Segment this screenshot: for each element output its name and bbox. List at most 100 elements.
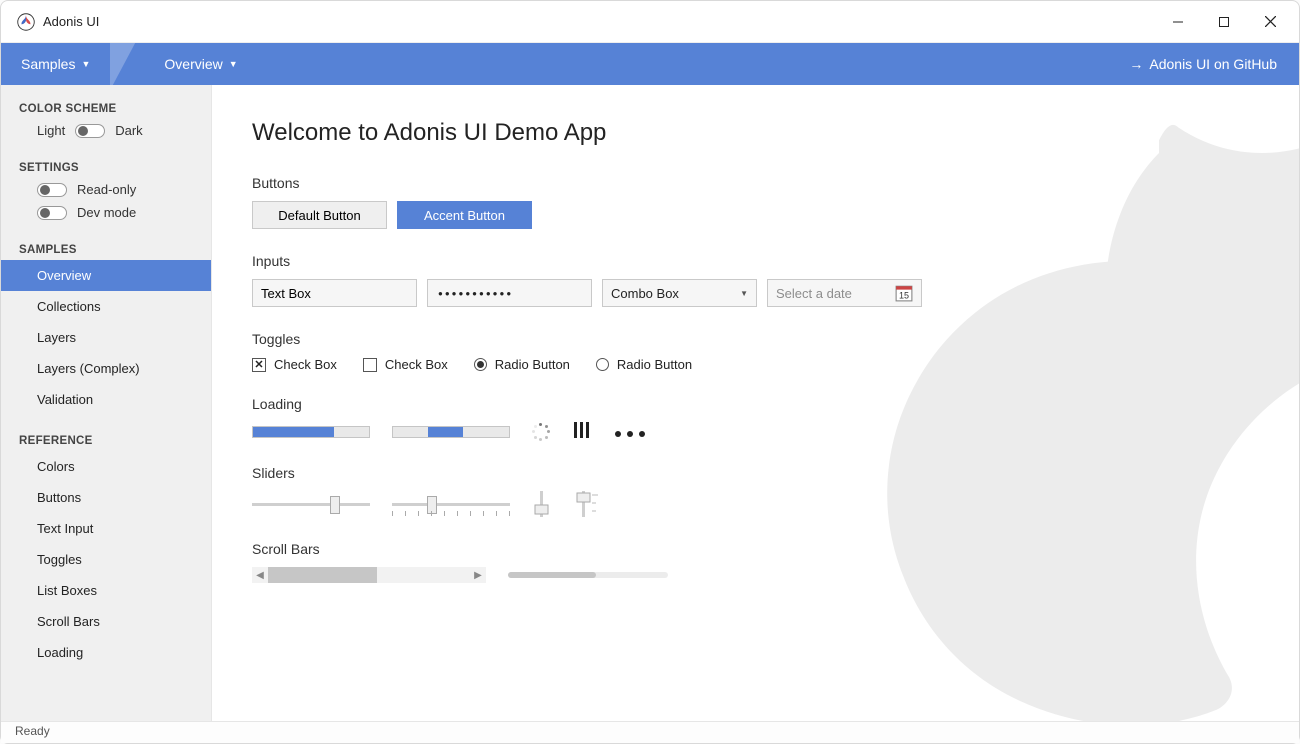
maximize-icon <box>1219 17 1229 27</box>
spinner-bars-icon <box>572 422 590 441</box>
chevron-down-icon: ▼ <box>740 289 748 298</box>
sidebar-item-label: Overview <box>37 268 91 283</box>
scroll-right-icon[interactable]: ▶ <box>470 570 486 581</box>
sidebar-item-loading[interactable]: Loading <box>1 637 211 668</box>
close-icon <box>1265 16 1276 27</box>
menubar-divider <box>110 43 144 85</box>
combobox[interactable]: Combo Box ▼ <box>602 279 757 307</box>
scroll-left-icon[interactable]: ◀ <box>252 570 268 581</box>
theme-switch-row: Light Dark <box>1 119 211 142</box>
devmode-toggle[interactable] <box>37 206 67 220</box>
slider-ticks[interactable] <box>392 494 510 514</box>
devmode-label: Dev mode <box>77 205 136 220</box>
calendar-icon: 15 <box>895 284 913 302</box>
default-button[interactable]: Default Button <box>252 201 387 229</box>
checkbox-unchecked[interactable] <box>363 358 377 372</box>
sidebar-item-label: Buttons <box>37 490 81 505</box>
radio-selected[interactable] <box>474 358 487 371</box>
sidebar-heading-reference: REFERENCE <box>1 429 211 451</box>
checkbox-label: Check Box <box>385 357 448 372</box>
arrow-right-icon: → <box>1129 56 1143 72</box>
app-window: Adonis UI Samples ▼ Overview ▼ → Adonis … <box>0 0 1300 744</box>
sidebar-item-label: Layers (Complex) <box>37 361 140 376</box>
readonly-label: Read-only <box>77 182 136 197</box>
radio-label: Radio Button <box>617 357 692 372</box>
scrollbar-minimal[interactable] <box>508 572 668 578</box>
textbox-input[interactable] <box>252 279 417 307</box>
datepicker[interactable]: Select a date 15 <box>767 279 922 307</box>
menubar: Samples ▼ Overview ▼ → Adonis UI on GitH… <box>1 43 1299 85</box>
sidebar-item-label: Scroll Bars <box>37 614 100 629</box>
slider-horizontal[interactable] <box>252 494 370 514</box>
progressbar <box>252 426 370 438</box>
app-logo-icon <box>17 13 35 31</box>
sidebar-item-colors[interactable]: Colors <box>1 451 211 482</box>
readonly-row: Read-only <box>1 178 211 201</box>
section-heading-sliders: Sliders <box>252 465 1259 481</box>
sidebar-item-label: Loading <box>37 645 83 660</box>
sidebar-item-overview[interactable]: Overview <box>1 260 211 291</box>
theme-dark-label: Dark <box>115 123 142 138</box>
status-text: Ready <box>15 724 50 738</box>
menu-samples-label: Samples <box>21 56 75 72</box>
page-title: Welcome to Adonis UI Demo App <box>252 119 1259 147</box>
sidebar-heading-settings: SETTINGS <box>1 156 211 178</box>
combobox-value: Combo Box <box>611 286 679 301</box>
close-button[interactable] <box>1247 1 1293 43</box>
sidebar-heading-scheme: COLOR SCHEME <box>1 97 211 119</box>
slider-vertical-icon[interactable] <box>532 491 552 517</box>
menu-samples[interactable]: Samples ▼ <box>1 43 110 85</box>
sidebar-heading-samples: SAMPLES <box>1 238 211 260</box>
devmode-row: Dev mode <box>1 201 211 224</box>
spinner-ellipsis-icon <box>612 424 648 440</box>
sidebar-item-listboxes[interactable]: List Boxes <box>1 575 211 606</box>
chevron-down-icon: ▼ <box>229 59 238 69</box>
slider-vertical-ticks-icon[interactable] <box>574 491 604 517</box>
password-input[interactable]: ●●●●●●●●●●● <box>427 279 592 307</box>
sidebar-item-layers-complex[interactable]: Layers (Complex) <box>1 353 211 384</box>
accent-button[interactable]: Accent Button <box>397 201 532 229</box>
minimize-button[interactable] <box>1155 1 1201 43</box>
checkbox-checked[interactable]: ✕ <box>252 358 266 372</box>
checkbox-label: Check Box <box>274 357 337 372</box>
sidebar-item-label: Collections <box>37 299 101 314</box>
svg-text:15: 15 <box>899 291 909 301</box>
sidebar-item-label: Layers <box>37 330 76 345</box>
sidebar-item-label: List Boxes <box>37 583 97 598</box>
sidebar-item-toggles[interactable]: Toggles <box>1 544 211 575</box>
body: COLOR SCHEME Light Dark SETTINGS Read-on… <box>1 85 1299 721</box>
theme-toggle[interactable] <box>75 124 105 138</box>
section-heading-toggles: Toggles <box>252 331 1259 347</box>
github-link[interactable]: → Adonis UI on GitHub <box>1107 43 1299 85</box>
github-link-label: Adonis UI on GitHub <box>1149 56 1277 72</box>
maximize-button[interactable] <box>1201 1 1247 43</box>
sidebar-item-text-input[interactable]: Text Input <box>1 513 211 544</box>
section-heading-buttons: Buttons <box>252 175 1259 191</box>
content-area: Welcome to Adonis UI Demo App Buttons De… <box>212 85 1299 721</box>
sidebar-item-label: Text Input <box>37 521 93 536</box>
section-heading-loading: Loading <box>252 396 1259 412</box>
menu-overview[interactable]: Overview ▼ <box>144 43 257 85</box>
chevron-down-icon: ▼ <box>81 59 90 69</box>
sidebar-item-label: Colors <box>37 459 75 474</box>
sidebar: COLOR SCHEME Light Dark SETTINGS Read-on… <box>1 85 212 721</box>
progressbar-indeterminate <box>392 426 510 438</box>
sidebar-item-layers[interactable]: Layers <box>1 322 211 353</box>
status-bar: Ready <box>1 721 1299 743</box>
window-title: Adonis UI <box>43 14 99 29</box>
radio-label: Radio Button <box>495 357 570 372</box>
scrollbar-classic[interactable]: ◀ ▶ <box>252 567 486 583</box>
menu-overview-label: Overview <box>164 56 222 72</box>
radio-unselected[interactable] <box>596 358 609 371</box>
spinner-dots-icon <box>532 423 550 441</box>
sidebar-item-buttons[interactable]: Buttons <box>1 482 211 513</box>
sidebar-item-collections[interactable]: Collections <box>1 291 211 322</box>
minimize-icon <box>1173 17 1183 27</box>
sidebar-item-scrollbars[interactable]: Scroll Bars <box>1 606 211 637</box>
sidebar-item-validation[interactable]: Validation <box>1 384 211 415</box>
readonly-toggle[interactable] <box>37 183 67 197</box>
sidebar-item-label: Toggles <box>37 552 82 567</box>
theme-light-label: Light <box>37 123 65 138</box>
datepicker-placeholder: Select a date <box>776 286 852 301</box>
sidebar-item-label: Validation <box>37 392 93 407</box>
